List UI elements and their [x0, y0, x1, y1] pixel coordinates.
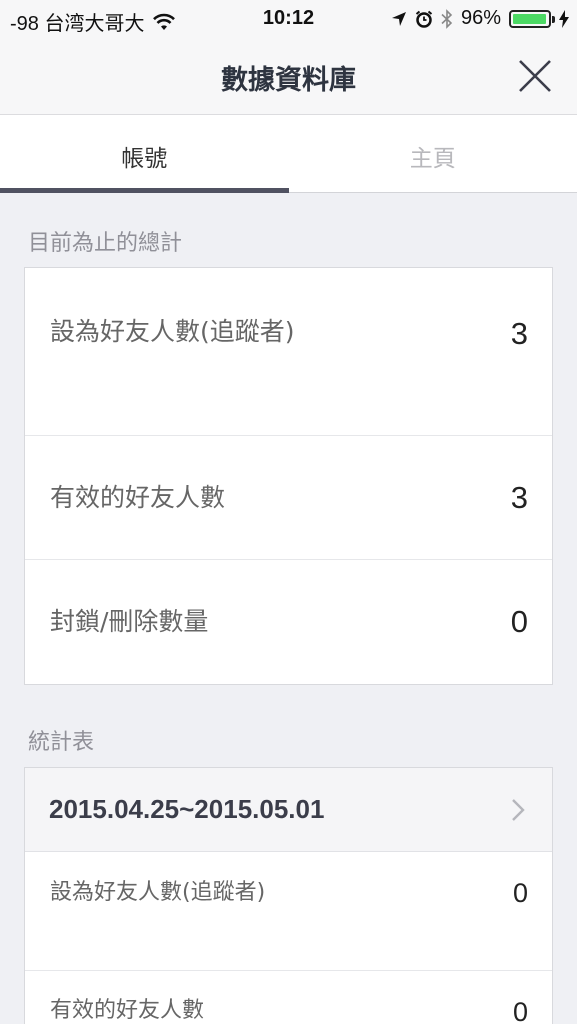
total-row-followers: 設為好友人數(追蹤者) 3 [25, 268, 552, 436]
stats-row-active-friends: 有效的好友人數 0 [25, 971, 552, 1024]
battery-icon [509, 9, 555, 28]
total-followers-value: 3 [510, 316, 528, 351]
total-blocked-label: 封鎖/刪除數量 [50, 607, 209, 636]
totals-card: 設為好友人數(追蹤者) 3 有效的好友人數 3 封鎖/刪除數量 0 [24, 267, 553, 685]
stats-followers-label: 設為好友人數(追蹤者) [50, 880, 266, 905]
total-row-active-friends: 有效的好友人數 3 [25, 436, 552, 560]
nav-bar: 數據資料庫 [0, 38, 577, 115]
total-followers-label: 設為好友人數(追蹤者) [50, 317, 295, 346]
tab-homepage[interactable]: 主頁 [289, 115, 577, 192]
total-row-blocked: 封鎖/刪除數量 0 [25, 560, 552, 684]
tab-active-indicator [0, 188, 289, 193]
stats-card: 2015.04.25~2015.05.01 設為好友人數(追蹤者) 0 有效的好… [24, 767, 553, 1024]
tab-bar: 帳號 主頁 [0, 115, 577, 193]
tab-account[interactable]: 帳號 [0, 115, 289, 193]
battery-percent: 96% [460, 7, 501, 29]
stats-followers-value: 0 [512, 878, 528, 908]
page-title: 數據資料庫 [221, 65, 356, 96]
stats-row-followers: 設為好友人數(追蹤者) 0 [25, 852, 552, 971]
status-bar: -98 台湾大哥大 10:12 96% [0, 0, 577, 38]
chevron-right-icon [512, 799, 525, 821]
totals-section-label: 目前為止的總計 [28, 231, 183, 256]
tab-account-label: 帳號 [121, 146, 168, 172]
date-range-text: 2015.04.25~2015.05.01 [49, 794, 325, 824]
close-icon[interactable] [515, 56, 555, 96]
stats-section-label: 統計表 [28, 730, 95, 755]
stats-active-friends-label: 有效的好友人數 [50, 998, 205, 1023]
date-range-row[interactable]: 2015.04.25~2015.05.01 [25, 768, 552, 852]
total-active-friends-label: 有效的好友人數 [50, 483, 226, 512]
stats-active-friends-value: 0 [512, 997, 528, 1024]
location-arrow-icon [391, 11, 406, 26]
alarm-icon [415, 10, 433, 28]
total-blocked-value: 0 [510, 604, 528, 639]
charging-bolt-icon [559, 9, 569, 28]
tab-homepage-label: 主頁 [409, 146, 456, 172]
total-active-friends-value: 3 [510, 480, 528, 515]
bluetooth-icon [441, 8, 453, 29]
status-bar-right: 96% [391, 7, 569, 30]
